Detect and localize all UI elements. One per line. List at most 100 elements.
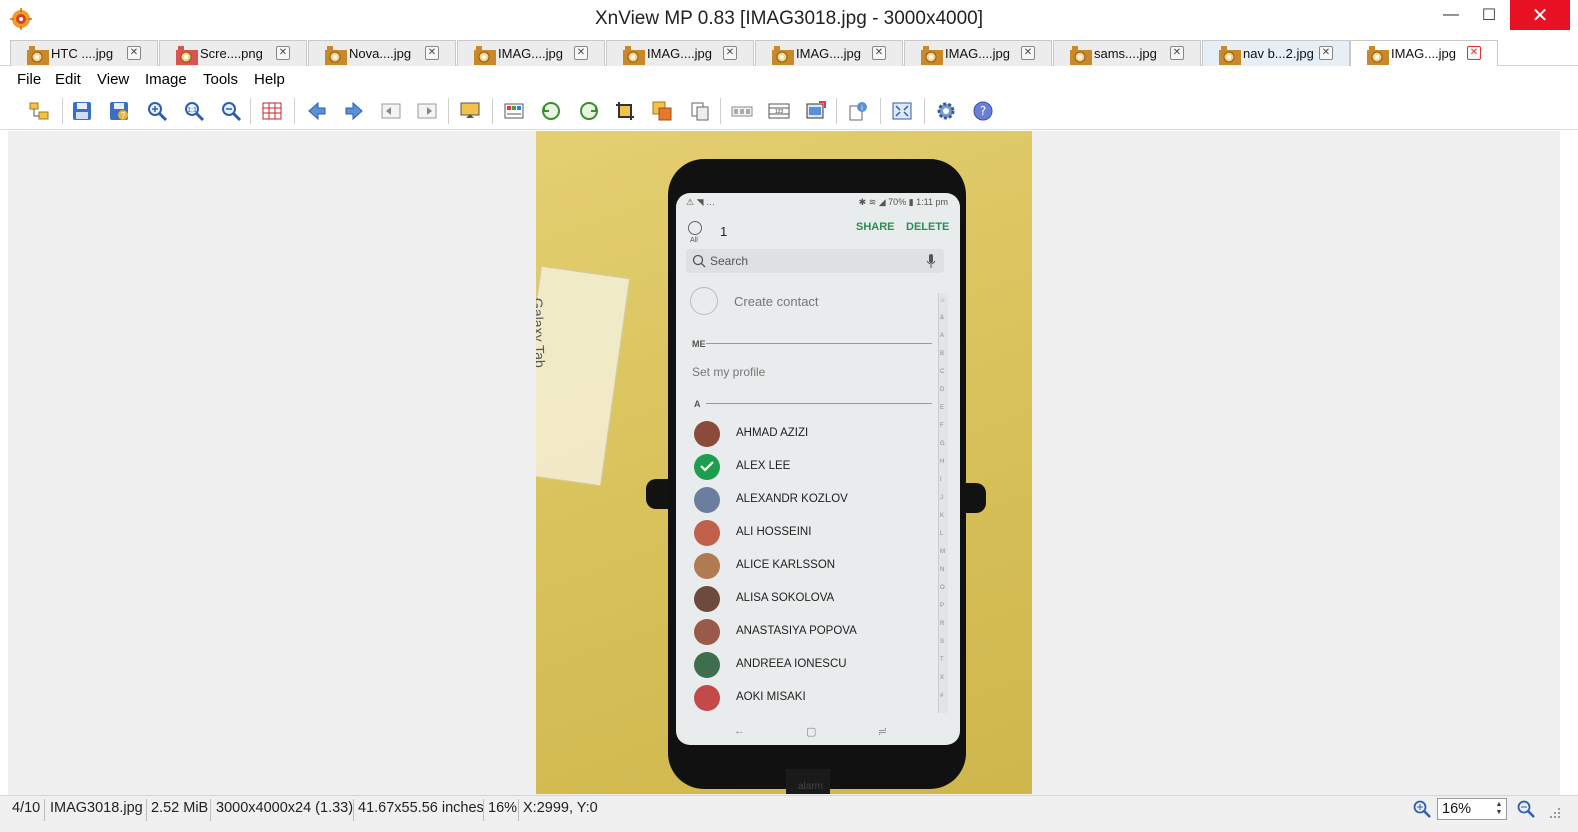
zoom-input[interactable]: 16% ▲ ▼ (1437, 798, 1507, 820)
menu-edit[interactable]: Edit (55, 71, 81, 88)
share-label: SHARE (856, 221, 895, 233)
tab-6[interactable]: IMAG....jpg ✕ (755, 40, 903, 66)
tab-1[interactable]: HTC ....jpg ✕ (10, 40, 158, 66)
svg-text:123: 123 (775, 109, 784, 115)
tab-4[interactable]: IMAG....jpg ✕ (457, 40, 605, 66)
zoom-out-icon[interactable] (1516, 799, 1536, 819)
select-all-checkbox (688, 221, 702, 235)
tab-10[interactable]: IMAG....jpg ✕ (1350, 40, 1498, 67)
fullscreen-icon[interactable] (890, 99, 914, 123)
tab-close-button[interactable]: ✕ (723, 46, 737, 60)
menu-tools[interactable]: Tools (203, 71, 238, 88)
svg-text:?: ? (980, 104, 986, 118)
tab-2[interactable]: Scre....png ✕ (159, 40, 307, 66)
compare-icon[interactable] (730, 99, 754, 123)
zoom-in-icon[interactable] (145, 99, 169, 123)
menu-file[interactable]: File (17, 71, 41, 88)
tab-9[interactable]: nav b...2.jpg ✕ (1202, 40, 1350, 66)
toolbar-separator (720, 98, 721, 124)
status-bar: 4/10 IMAG3018.jpg 2.52 MiB 3000x4000x24 … (0, 795, 1578, 832)
index-letter: H (940, 459, 945, 465)
slideshow-icon[interactable] (458, 99, 482, 123)
contact-avatar (694, 421, 720, 447)
contact-name: ALISA SOKOLOVA (736, 592, 835, 604)
tab-5[interactable]: IMAG....jpg ✕ (606, 40, 754, 66)
adjust-icon[interactable] (502, 99, 526, 123)
tab-close-button[interactable]: ✕ (1467, 46, 1481, 60)
window-title: XnView MP 0.83 [IMAG3018.jpg - 3000x4000… (595, 8, 983, 29)
index-letter: X (940, 675, 945, 681)
index-letter: G (940, 441, 945, 447)
menu-image[interactable]: Image (145, 71, 187, 88)
tab-8[interactable]: sams....jpg ✕ (1053, 40, 1201, 66)
index-letter: P (940, 603, 945, 609)
rotate-left-icon[interactable] (539, 99, 563, 123)
tab-close-button[interactable]: ✕ (1319, 46, 1333, 60)
nav-back-icon: ← (734, 725, 745, 737)
image-file-icon (325, 46, 347, 65)
index-letter: J (940, 495, 943, 501)
toolbar-separator (880, 98, 881, 124)
resize-icon[interactable] (650, 99, 674, 123)
export-icon[interactable] (804, 99, 828, 123)
status-print-size: 41.67x55.56 inches (358, 800, 484, 816)
filmstrip-icon[interactable]: 123 (767, 99, 791, 123)
tab-close-button[interactable]: ✕ (127, 46, 141, 60)
close-window-button[interactable]: ✕ (1510, 0, 1570, 30)
tab-close-button[interactable]: ✕ (1021, 46, 1035, 60)
rotate-right-icon[interactable] (577, 99, 601, 123)
tab-label: IMAG....jpg (498, 46, 564, 61)
contact-name: AHMAD AZIZI (736, 427, 809, 439)
settings-icon[interactable] (934, 99, 958, 123)
create-contact-label: Create contact (734, 294, 819, 309)
displayed-photo[interactable]: Galaxy Tab ⚠ ◥ … ✱ ≋ ◢ 70% ▮ 1:11 pm All… (536, 131, 1032, 794)
contact-avatar (694, 487, 720, 513)
status-coordinates: X:2999, Y:0 (523, 800, 598, 816)
grid-icon[interactable] (260, 99, 284, 123)
tab-label: nav b...2.jpg (1243, 46, 1314, 61)
tab-label: Nova....jpg (349, 46, 412, 61)
tab-close-button[interactable]: ✕ (276, 46, 290, 60)
previous-icon[interactable] (305, 99, 329, 123)
svg-text:1:1: 1:1 (187, 107, 197, 114)
tab-close-button[interactable]: ✕ (1170, 46, 1184, 60)
next-icon[interactable] (342, 99, 366, 123)
save-as-icon[interactable]: ? (107, 99, 131, 123)
toolbar-separator (250, 98, 251, 124)
maximize-button[interactable]: ☐ (1466, 0, 1512, 30)
menu-help[interactable]: Help (254, 71, 285, 88)
contact-avatar (694, 586, 720, 612)
resize-grip-icon[interactable] (1548, 806, 1562, 820)
menu-view[interactable]: View (97, 71, 129, 88)
tab-close-button[interactable]: ✕ (425, 46, 439, 60)
image-file-icon (1070, 46, 1092, 65)
first-icon[interactable] (379, 99, 403, 123)
section-divider (706, 343, 932, 344)
browser-icon[interactable] (27, 99, 51, 123)
copy-icon[interactable] (688, 99, 712, 123)
image-file-icon (623, 46, 645, 65)
zoom-in-icon[interactable] (1412, 799, 1432, 819)
tab-3[interactable]: Nova....jpg ✕ (308, 40, 456, 66)
status-separator (146, 799, 147, 821)
tab-7[interactable]: IMAG....jpg ✕ (904, 40, 1052, 66)
index-letter: M (940, 549, 945, 555)
menu-bar: File Edit View Image Tools Help (0, 66, 1578, 92)
save-icon[interactable] (70, 99, 94, 123)
zoom-fit-icon[interactable]: 1:1 (182, 99, 206, 123)
select-all-label: All (690, 237, 698, 244)
status-separator (210, 799, 211, 821)
section-divider (706, 403, 932, 404)
help-icon[interactable]: ? (971, 99, 995, 123)
zoom-spinner[interactable]: ▲ ▼ (1494, 801, 1504, 817)
search-placeholder: Search (710, 254, 749, 268)
tab-close-button[interactable]: ✕ (872, 46, 886, 60)
properties-icon[interactable]: i (846, 99, 870, 123)
phone-screen: ⚠ ◥ … ✱ ≋ ◢ 70% ▮ 1:11 pm All 1 SHARE DE… (676, 193, 960, 745)
crop-icon[interactable] (613, 99, 637, 123)
toolbar: ? 1:1 123 i ? (0, 92, 1578, 130)
tab-close-button[interactable]: ✕ (574, 46, 588, 60)
status-dimensions: 3000x4000x24 (1.33) (216, 800, 354, 816)
zoom-out-icon[interactable] (219, 99, 243, 123)
last-icon[interactable] (415, 99, 439, 123)
